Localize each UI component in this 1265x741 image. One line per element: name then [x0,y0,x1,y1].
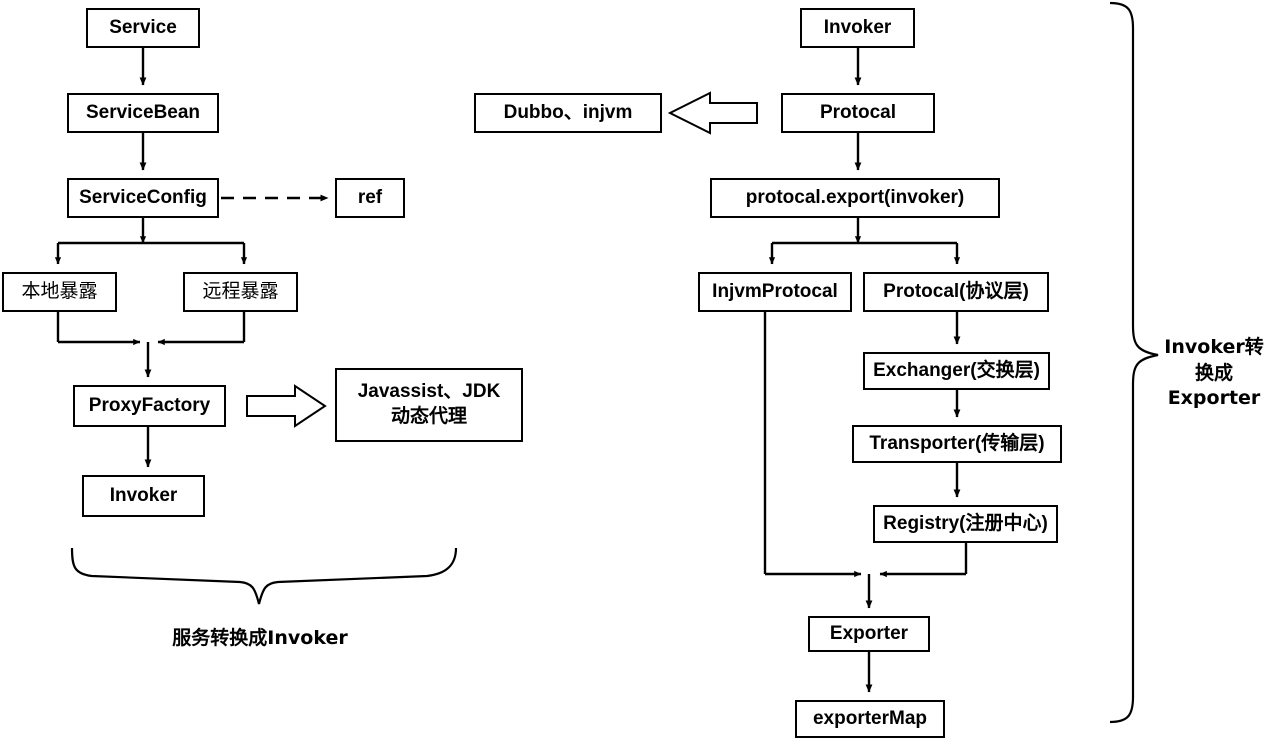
right-brace-caption-line3: Exporter [1167,387,1261,410]
node-protocal-export-label: protocal.export(invoker) [745,187,965,209]
right-brace-caption-line2: 换成 [1194,361,1233,384]
node-dubbo-injvm-label: Dubbo、injvm [503,102,633,124]
block-arrow-proxy-to-javassist [246,384,327,428]
node-exporter-label: Exporter [829,623,909,645]
node-exporter-map[interactable]: exporterMap [795,700,945,738]
node-transporter-layer-label: Transporter(传输层) [869,433,1045,455]
node-ref-label: ref [357,187,383,209]
node-protocal-export[interactable]: protocal.export(invoker) [710,178,1000,218]
node-invoker-left[interactable]: Invoker [82,475,205,517]
right-brace-caption: Invoker转 换成 Exporter [1163,335,1265,412]
node-service[interactable]: Service [86,8,200,48]
node-transporter-layer[interactable]: Transporter(传输层) [852,425,1062,463]
node-exchanger-layer-label: Exchanger(交换层) [873,360,1040,382]
node-registry-layer-label: Registry(注册中心) [883,513,1048,535]
left-brace-caption: 服务转换成Invoker [110,623,410,650]
node-proxy-factory-label: ProxyFactory [88,395,211,417]
node-protocal-layer[interactable]: Protocal(协议层) [863,272,1049,312]
node-local-export[interactable]: 本地暴露 [2,272,117,312]
node-remote-export[interactable]: 远程暴露 [183,272,298,312]
block-arrow-protocal-to-dubbo [667,91,758,135]
node-registry-layer[interactable]: Registry(注册中心) [873,505,1058,543]
node-javassist-jdk-label-line1: Javassist、JDK [357,381,501,403]
node-exchanger-layer[interactable]: Exchanger(交换层) [863,352,1050,390]
node-service-config[interactable]: ServiceConfig [67,178,219,218]
node-invoker-left-label: Invoker [109,485,178,507]
node-invoker-right-label: Invoker [823,17,892,39]
node-service-config-label: ServiceConfig [79,187,207,209]
right-brace-caption-line1: Invoker转 [1164,336,1264,358]
node-local-export-label: 本地暴露 [21,280,98,303]
node-dubbo-injvm[interactable]: Dubbo、injvm [474,93,662,133]
node-service-bean[interactable]: ServiceBean [67,93,219,133]
node-protocal-layer-label: Protocal(协议层) [883,281,1029,303]
diagram-canvas: ref --> [0,0,1265,741]
node-remote-export-label: 远程暴露 [202,280,279,303]
node-injvm-protocal[interactable]: InjvmProtocal [698,272,852,312]
node-invoker-right[interactable]: Invoker [800,8,915,48]
node-exporter-map-label: exporterMap [812,708,928,730]
node-exporter[interactable]: Exporter [808,616,930,652]
node-ref[interactable]: ref [335,178,405,218]
left-brace [70,547,458,605]
left-brace-caption-text: 服务转换成Invoker [172,627,348,649]
node-protocal[interactable]: Protocal [781,93,935,133]
node-service-label: Service [109,17,177,39]
node-javassist-jdk-label-line2: 动态代理 [390,406,467,427]
node-injvm-protocal-label: InjvmProtocal [712,281,838,303]
node-protocal-label: Protocal [819,102,897,124]
node-service-bean-label: ServiceBean [85,102,201,124]
node-proxy-factory[interactable]: ProxyFactory [73,385,226,427]
right-brace [1109,1,1159,724]
node-javassist-jdk[interactable]: Javassist、JDK 动态代理 [335,368,523,442]
